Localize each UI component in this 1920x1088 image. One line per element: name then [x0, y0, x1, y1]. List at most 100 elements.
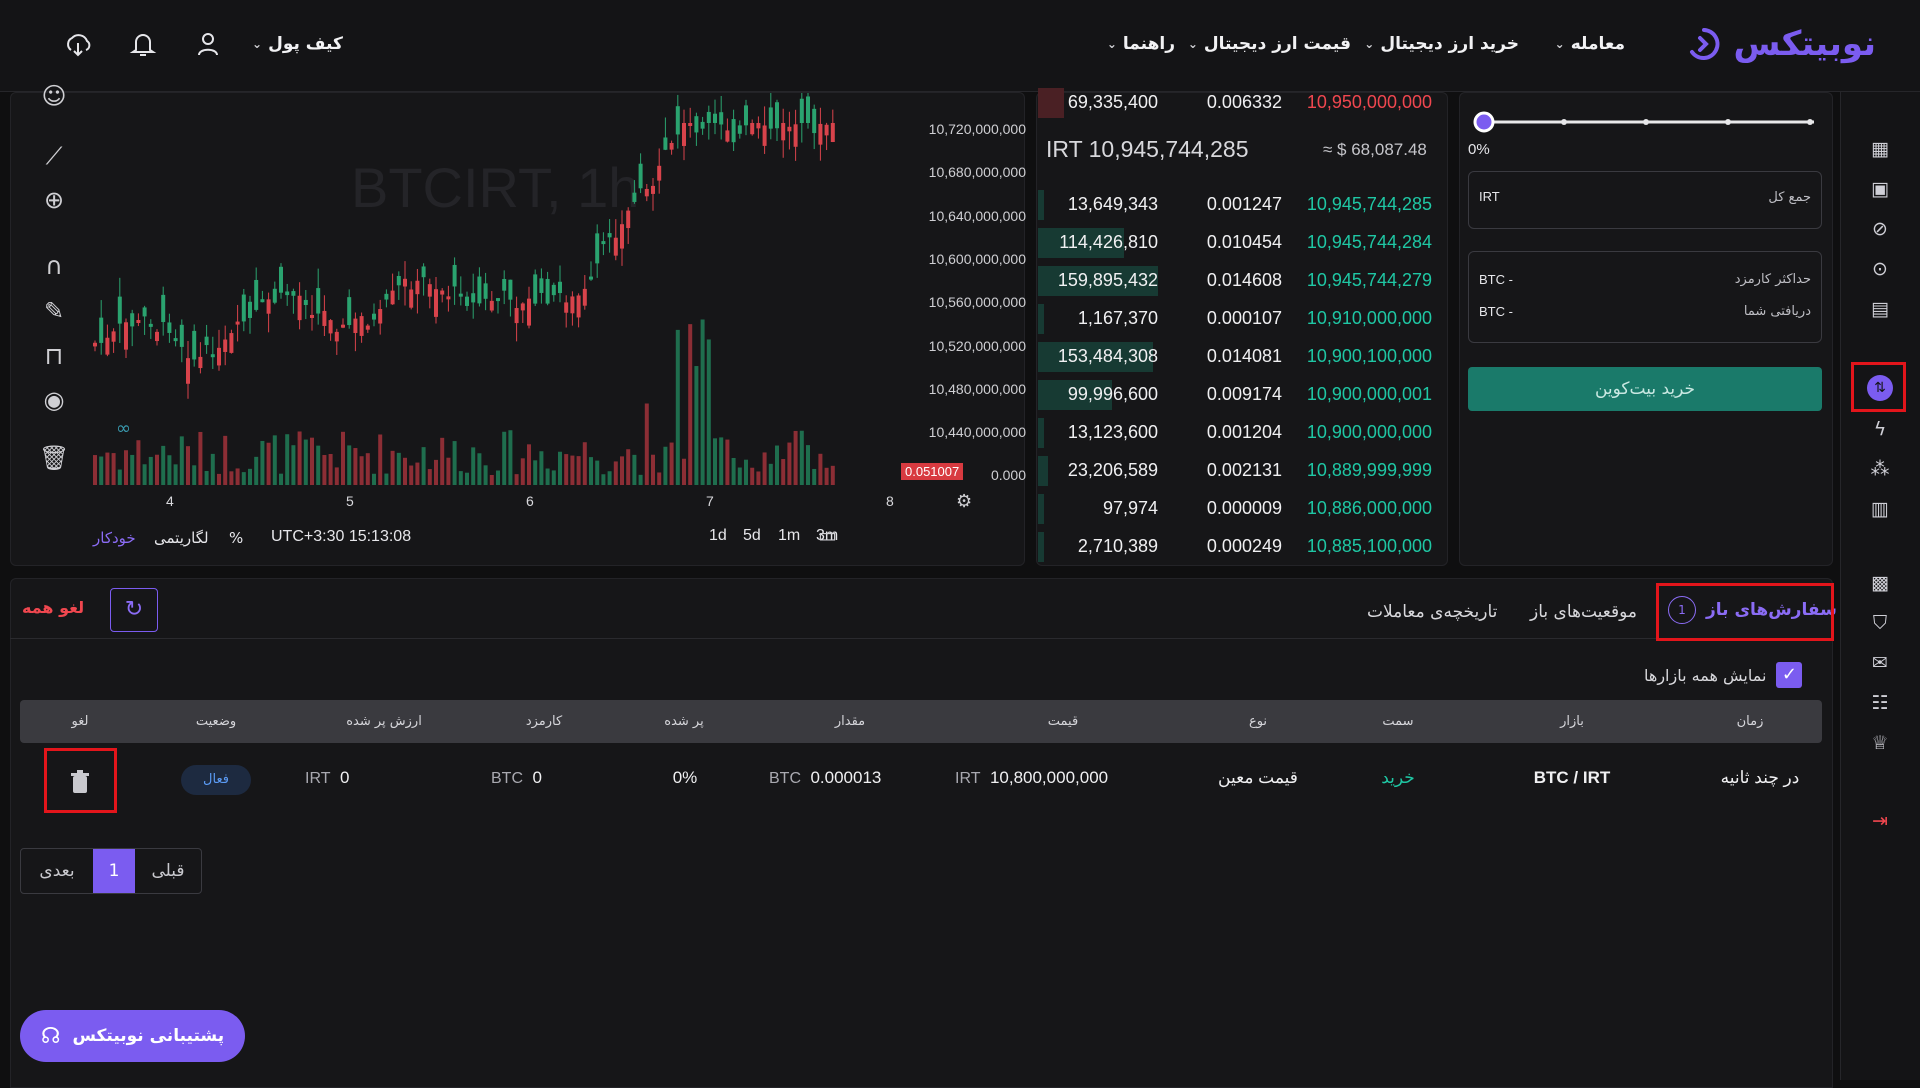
- referral-users-icon[interactable]: ☷: [1867, 690, 1893, 716]
- volume-bar: [223, 435, 228, 485]
- wallet-icon[interactable]: ▣: [1867, 176, 1893, 202]
- orderbook-bid-row[interactable]: 2,710,389 0.000249 10,885,100,000: [1038, 530, 1448, 564]
- withdraw-icon[interactable]: ⊙: [1867, 256, 1893, 282]
- candle-body: [279, 266, 283, 293]
- bid-price: 10,945,744,279: [1306, 270, 1432, 290]
- indicator-link-icon[interactable]: ∞: [116, 418, 131, 439]
- orderbook-bid-row[interactable]: 153,484,308 0.014081 10,900,100,000: [1038, 340, 1448, 374]
- logout-icon[interactable]: ⇥: [1867, 808, 1893, 834]
- tab-open-positions[interactable]: موقعیت‌های باز: [1530, 602, 1637, 622]
- pagination-prev[interactable]: قبلی: [135, 849, 201, 893]
- dashboard-icon[interactable]: ▦: [1867, 136, 1893, 162]
- volume-bar: [601, 474, 606, 485]
- security-shield-icon[interactable]: ⛉: [1867, 610, 1893, 636]
- zoom-in-icon[interactable]: ⊕: [39, 185, 69, 215]
- volume-bar: [564, 454, 569, 485]
- price-value: 10,800,000,000: [989, 768, 1109, 787]
- magnet-icon[interactable]: ∩: [39, 251, 69, 281]
- bid-total: 1,167,370: [1077, 308, 1158, 328]
- receive-label: دریافتی شما: [1743, 304, 1811, 319]
- candle-body: [545, 278, 550, 304]
- show-all-markets-label: نمایش همه بازارها: [1644, 665, 1767, 685]
- unlock-icon[interactable]: ⊓: [39, 341, 69, 371]
- total-field[interactable]: جمع کل IRT: [1468, 171, 1822, 229]
- candle-body: [310, 314, 314, 318]
- candle-body: [372, 313, 376, 320]
- candlestick-chart[interactable]: [81, 93, 841, 485]
- auto-scale-toggle[interactable]: خودکار: [93, 529, 136, 547]
- candle-body: [520, 303, 525, 311]
- orderbook-bid-row[interactable]: 114,426,810 0.010454 10,945,744,284: [1038, 226, 1448, 260]
- log-scale-toggle[interactable]: لگاریتمی: [154, 529, 209, 547]
- range-1m[interactable]: 1m: [778, 527, 800, 545]
- max-fee-label: حداکثر کارمزد: [1734, 272, 1811, 287]
- cancel-all-button[interactable]: لغو همه: [22, 598, 84, 617]
- candle-body: [607, 233, 612, 238]
- nav-trade[interactable]: معامله ⌄: [1555, 34, 1625, 54]
- orderbook-bid-row[interactable]: 23,206,589 0.002131 10,889,999,999: [1038, 454, 1448, 488]
- ask-total: 69,335,400: [1067, 92, 1158, 112]
- download-app-icon[interactable]: [62, 30, 94, 62]
- show-all-markets-checkbox[interactable]: ✓ نمایش همه بازارها: [1644, 662, 1803, 688]
- fee-unit: BTC: [491, 770, 523, 787]
- right-sidebar: ▦ ▣ ⊘ ⊙ ▤ ⇅ ϟ ⁂ ▥ ▩ ⛉ ✉ ☷ ♕ ⇥: [1840, 92, 1920, 1080]
- orderbook-bid-row[interactable]: 97,974 0.000009 10,886,000,000: [1038, 492, 1448, 526]
- nav-guide[interactable]: راهنما ⌄: [1107, 34, 1175, 54]
- filled-value: 0: [339, 768, 350, 787]
- eye-icon[interactable]: ◉: [39, 385, 69, 415]
- report-chart-icon[interactable]: ▤: [1867, 296, 1893, 322]
- ruler-icon[interactable]: ⟋: [39, 141, 69, 171]
- chart-settings-gear-icon[interactable]: ⚙: [956, 491, 972, 512]
- emoji-icon[interactable]: ☺: [39, 81, 69, 111]
- nav-buy-crypto[interactable]: خرید ارز دیجیتال ⌄: [1364, 34, 1519, 54]
- range-1d[interactable]: 1d: [709, 527, 727, 545]
- y-tick: 10,560,000,000: [928, 294, 1026, 310]
- liquidity-pool-icon[interactable]: ⁂: [1867, 456, 1893, 482]
- amount-unit: BTC: [769, 770, 801, 787]
- draw-lock-pencil-icon[interactable]: ✎: [39, 296, 69, 326]
- pagination-page-1[interactable]: 1: [93, 849, 135, 893]
- cell-market[interactable]: BTC / IRT: [1512, 768, 1632, 788]
- orderbook-bid-row[interactable]: 13,123,600 0.001204 10,900,000,000: [1038, 416, 1448, 450]
- pagination-next[interactable]: بعدی: [21, 849, 93, 893]
- candle-body: [502, 278, 507, 291]
- orderbook-bid-row[interactable]: 13,649,343 0.001247 10,945,744,285: [1038, 188, 1448, 222]
- trash-icon[interactable]: 🗑: [39, 443, 69, 473]
- volume-bar: [477, 453, 482, 485]
- nobitex-logo[interactable]: نوبیتکس: [1686, 24, 1876, 64]
- th-cancel: لغو: [71, 714, 89, 729]
- volume-bar: [105, 452, 110, 485]
- nav-crypto-prices[interactable]: قیمت ارز دیجیتال ⌄: [1188, 34, 1351, 54]
- calendar-icon[interactable]: ▥: [1867, 496, 1893, 522]
- th-market: بازار: [1560, 714, 1584, 729]
- candle-body: [99, 317, 104, 343]
- flash-icon[interactable]: ϟ: [1867, 416, 1893, 442]
- range-5d[interactable]: 5d: [743, 527, 761, 545]
- orderbook-bid-row[interactable]: 1,167,370 0.000107 10,910,000,000: [1038, 302, 1448, 336]
- trophy-icon[interactable]: ♕: [1867, 730, 1893, 756]
- mail-icon[interactable]: ✉: [1867, 650, 1893, 676]
- orderbook-bid-row[interactable]: 159,895,432 0.014608 10,945,744,279: [1038, 264, 1448, 298]
- price-chart-panel: BTCIRT, 1h 10,720,000,000 10,680,000,000…: [10, 82, 1026, 566]
- user-icon[interactable]: [192, 30, 224, 62]
- candle-body: [508, 279, 513, 300]
- support-button[interactable]: پشتیبانی نوبیتکس ☊: [20, 1010, 245, 1062]
- deposit-icon[interactable]: ⊘: [1867, 216, 1893, 242]
- nav-wallet[interactable]: کیف پول ⌄: [252, 34, 343, 54]
- tab-trade-history[interactable]: تاریخچه‌ی معاملات: [1367, 602, 1497, 622]
- buy-bitcoin-button[interactable]: خرید بیت‌کوین: [1468, 367, 1822, 411]
- logo-icon: [1689, 28, 1720, 60]
- volume-bar: [260, 440, 265, 485]
- percent-scale-toggle[interactable]: %: [229, 529, 243, 547]
- amount-percent-slider[interactable]: [1470, 109, 1820, 135]
- orderbook-ask-row[interactable]: 69,335,400 0.006332 10,950,000,000: [1038, 86, 1448, 120]
- volume-bar: [706, 339, 711, 485]
- y-tick: 10,640,000,000: [928, 208, 1026, 224]
- date-range-calendar-icon[interactable]: ▭: [818, 523, 837, 547]
- orderbook-bid-row[interactable]: 99,996,600 0.009174 10,900,000,001: [1038, 378, 1448, 412]
- volume-bar: [744, 459, 748, 485]
- profile-card-icon[interactable]: ▩: [1867, 570, 1893, 596]
- notification-bell-icon[interactable]: [127, 30, 159, 62]
- refresh-icon[interactable]: ↻: [110, 588, 158, 632]
- timezone-clock[interactable]: UTC+3:30 15:13:08: [271, 528, 411, 546]
